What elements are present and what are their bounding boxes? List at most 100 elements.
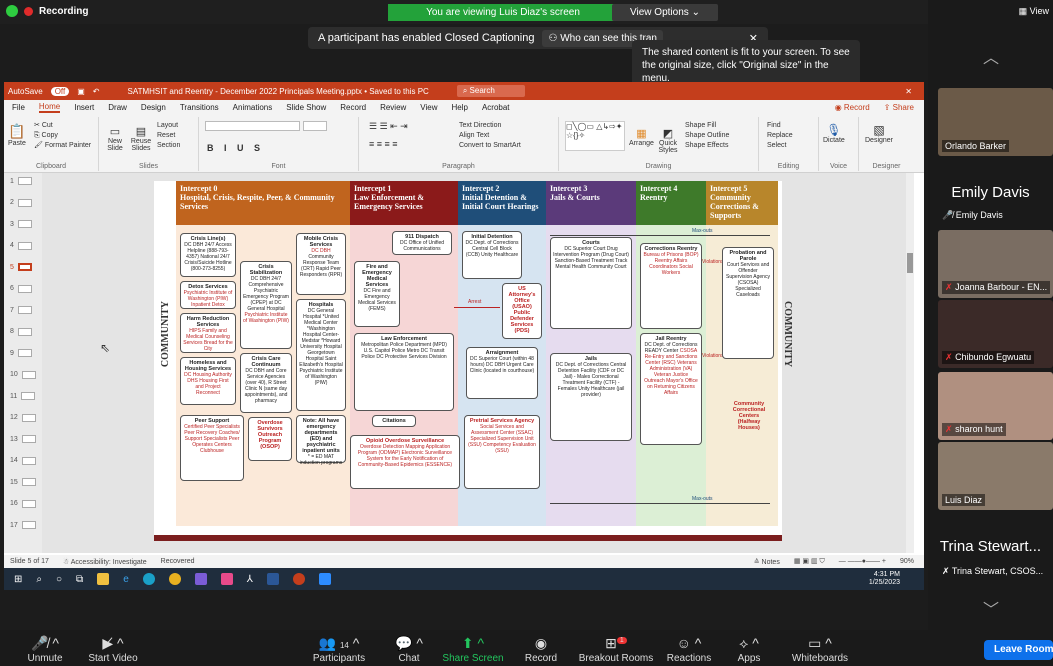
shapes-gallery[interactable]: ◻╲◯▭ △↳⇨✦ ☆{}✧ xyxy=(565,121,625,151)
reset-button[interactable]: Reset xyxy=(157,131,180,141)
browser-icon[interactable] xyxy=(142,573,155,585)
chat-button[interactable]: 💬 ^ Chat xyxy=(374,635,444,664)
shape-outline-button[interactable]: Shape Outline xyxy=(685,131,729,141)
slack-icon[interactable] xyxy=(220,573,233,585)
word-icon[interactable] xyxy=(266,573,279,585)
menu-animations[interactable]: Animations xyxy=(233,103,273,112)
slide-thumbnail[interactable]: 16 xyxy=(10,499,36,508)
align-text-button[interactable]: Align Text xyxy=(459,131,521,141)
search-icon[interactable]: ⌕ xyxy=(36,574,42,585)
scroll-up-icon[interactable]: ︿ xyxy=(983,44,999,68)
slide-thumbnail[interactable]: 3 xyxy=(10,220,32,228)
menu-design[interactable]: Design xyxy=(141,103,166,112)
slide-thumbnail[interactable]: 5 xyxy=(10,263,32,271)
leave-room-button[interactable]: Leave Room xyxy=(984,640,1053,660)
participant-tile[interactable]: ✗ sharon hunt xyxy=(938,372,1053,440)
arrange-button[interactable]: ▦ Arrange xyxy=(629,127,654,147)
record-button[interactable]: ◉ Record xyxy=(835,103,870,112)
slide-thumbnail[interactable]: 11 xyxy=(10,392,36,400)
edge-icon[interactable]: e xyxy=(123,574,129,585)
menu-review[interactable]: Review xyxy=(380,103,406,112)
slide-thumbnail[interactable]: 6 xyxy=(10,284,32,293)
align-icons[interactable]: ≡ ≡ ≡ ≡ xyxy=(369,139,398,149)
menu-slideshow[interactable]: Slide Show xyxy=(286,103,326,112)
slide-thumbnail[interactable]: 17 xyxy=(10,521,36,529)
recording-indicator[interactable]: Recording xyxy=(6,5,88,17)
quick-styles-button[interactable]: ◩ Quick Styles xyxy=(657,127,679,154)
file-explorer-icon[interactable] xyxy=(97,573,110,585)
chrome-icon[interactable] xyxy=(168,573,181,585)
list-icons[interactable]: ☰ ☰ ⇤ ⇥ xyxy=(369,121,408,132)
share-screen-button[interactable]: ⬆ ^ Share Screen xyxy=(438,635,508,664)
smartart-button[interactable]: Convert to SmartArt xyxy=(459,141,521,151)
shape-effects-button[interactable]: Shape Effects xyxy=(685,141,729,151)
participant-tile[interactable]: Luis Diaz xyxy=(938,442,1053,510)
zoom-slider[interactable]: — ——●—— + xyxy=(839,558,886,565)
participant-tile[interactable]: Orlando Barker xyxy=(938,88,1053,156)
teams-icon[interactable] xyxy=(194,573,207,585)
autosave-toggle[interactable]: Off xyxy=(50,86,70,96)
font-format-icons[interactable]: B I U S xyxy=(207,143,264,153)
slide-thumbnail[interactable]: 12 xyxy=(10,413,36,422)
slide-thumbnail[interactable]: 14 xyxy=(10,456,36,465)
dictate-button[interactable]: 🎙 Dictate xyxy=(823,123,845,144)
save-icon[interactable]: ▣ xyxy=(77,87,85,96)
cut-button[interactable]: ✂ Cut xyxy=(34,121,91,131)
accessibility-status[interactable]: ☃ Accessibility: Investigate xyxy=(63,558,147,566)
breakout-rooms-button[interactable]: ⊞ 1 Breakout Rooms xyxy=(576,635,656,664)
new-slide-button[interactable]: ▭ New Slide xyxy=(103,125,127,152)
slide-thumbnail[interactable]: 1 xyxy=(10,177,32,185)
acrobat-icon[interactable]: ⅄ xyxy=(247,574,253,585)
font-size-select[interactable] xyxy=(303,121,327,131)
vertical-scrollbar[interactable] xyxy=(906,173,914,553)
paste-button[interactable]: 📋 Paste xyxy=(8,123,26,147)
copy-button[interactable]: ⎘ Copy xyxy=(34,131,91,141)
slide-thumbnail[interactable]: 4 xyxy=(10,241,32,250)
scroll-down-icon[interactable]: ﹀ xyxy=(983,596,999,620)
reuse-slides-button[interactable]: ▤ Reuse Slides xyxy=(129,125,153,152)
system-clock[interactable]: 4:31 PM 1/25/2023 xyxy=(869,571,900,587)
slide[interactable]: Intercept 0 Hospital, Crisis, Respite, Pe… xyxy=(154,181,793,541)
participant-tile[interactable]: ✗ Joanna Barbour - EN... xyxy=(938,230,1053,298)
slide-thumbnail[interactable]: 9 xyxy=(10,349,32,357)
menu-file[interactable]: File xyxy=(12,103,25,112)
notes-button[interactable]: ≙ Notes xyxy=(754,558,780,566)
replace-button[interactable]: Replace xyxy=(767,131,793,141)
slide-thumbnail[interactable]: 2 xyxy=(10,198,32,207)
zoom-icon[interactable] xyxy=(318,573,331,585)
slide-thumbnail[interactable]: 10 xyxy=(10,370,36,379)
record-button-zoom[interactable]: ◉ Record xyxy=(506,635,576,664)
menu-acrobat[interactable]: Acrobat xyxy=(482,103,510,112)
undo-icon[interactable]: ↶ xyxy=(93,87,100,96)
menu-help[interactable]: Help xyxy=(452,103,468,112)
whiteboards-button[interactable]: ▭ ^ Whiteboards xyxy=(780,635,860,664)
task-view-icon[interactable]: ⧉ xyxy=(76,574,83,585)
find-button[interactable]: Find xyxy=(767,121,793,131)
menu-view[interactable]: View xyxy=(420,103,437,112)
menu-transitions[interactable]: Transitions xyxy=(180,103,219,112)
menu-draw[interactable]: Draw xyxy=(108,103,127,112)
section-button[interactable]: Section xyxy=(157,141,180,151)
format-painter-button[interactable]: 🖌 Format Painter xyxy=(34,141,91,151)
apps-button[interactable]: ⟡ ^ Apps xyxy=(714,635,784,664)
select-button[interactable]: Select xyxy=(767,141,793,151)
shape-fill-button[interactable]: Shape Fill xyxy=(685,121,729,131)
slide-thumbnail[interactable]: 8 xyxy=(10,327,32,336)
powerpoint-icon[interactable] xyxy=(292,573,305,585)
menu-home[interactable]: Home xyxy=(38,102,61,113)
participants-button[interactable]: 👥 14 ^ Participants xyxy=(304,635,374,664)
menu-insert[interactable]: Insert xyxy=(74,103,94,112)
slide-thumbnail[interactable]: 7 xyxy=(10,306,32,314)
designer-button[interactable]: ▧ Designer xyxy=(865,123,893,144)
text-direction-button[interactable]: Text Direction xyxy=(459,121,521,131)
view-options-button[interactable]: View Options ⌄ xyxy=(612,4,718,21)
ppt-search-box[interactable]: ⌕ Search xyxy=(456,85,525,97)
ppt-close-icon[interactable]: ✕ xyxy=(905,87,912,96)
layout-button[interactable]: Layout xyxy=(157,121,180,131)
slide-thumbnail[interactable]: 15 xyxy=(10,478,36,486)
view-mode-icons[interactable]: ▦ ▣ ▥ ⛉ xyxy=(794,557,825,566)
unmute-button[interactable]: 🎤̸ ^ Unmute xyxy=(10,635,80,664)
windows-start-icon[interactable]: ⊞ xyxy=(14,574,22,585)
start-video-button[interactable]: ▶̸ ^ Start Video xyxy=(78,635,148,664)
cortana-icon[interactable]: ○ xyxy=(56,574,62,585)
